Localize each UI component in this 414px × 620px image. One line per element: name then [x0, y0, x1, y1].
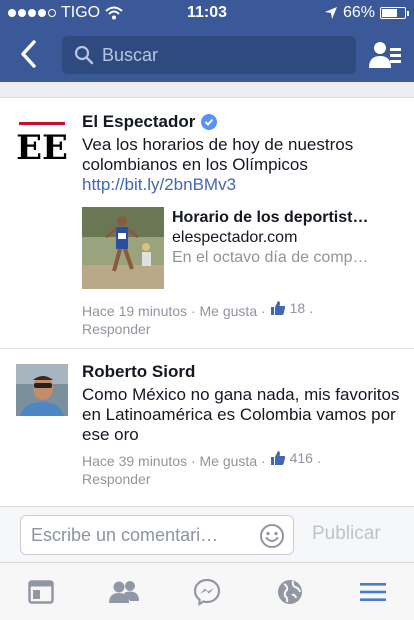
like-count[interactable]: 416	[270, 449, 313, 467]
comment-link[interactable]: http://bit.ly/2bnBMv3	[82, 175, 236, 194]
tab-news-feed[interactable]	[0, 563, 83, 620]
link-preview-description: En el octavo día de comp…	[172, 249, 369, 266]
comment-input[interactable]	[31, 524, 257, 546]
friends-icon	[109, 580, 140, 603]
avatar[interactable]: EE	[16, 116, 68, 168]
tab-notifications[interactable]	[248, 563, 331, 620]
messenger-icon	[193, 578, 221, 606]
battery-percent: 66%	[342, 4, 375, 21]
location-arrow-icon	[324, 7, 337, 19]
comment-time: Hace 19 minutos	[82, 303, 188, 319]
search-bar[interactable]	[62, 36, 356, 74]
verified-badge-icon	[201, 114, 218, 130]
search-icon	[74, 45, 94, 65]
svg-text:EE: EE	[16, 128, 68, 168]
friend-requests-icon[interactable]	[368, 40, 402, 70]
user-photo	[16, 364, 68, 416]
tab-messenger[interactable]	[166, 563, 249, 620]
thumbs-up-icon	[270, 301, 285, 315]
like-link[interactable]: Me gusta	[200, 453, 258, 469]
comment-divider	[0, 348, 414, 349]
bottom-tab-bar	[0, 562, 414, 620]
thumbs-up-icon	[270, 451, 285, 465]
comment-author[interactable]: El Espectador	[82, 112, 400, 132]
link-preview-thumbnail	[82, 207, 164, 289]
link-preview-title[interactable]: Horario de los deportist…	[172, 209, 400, 227]
comment-time: Hace 39 minutos	[82, 453, 188, 469]
comment-item: EE El Espectador Vea los horarios de hoy…	[0, 112, 414, 342]
comment-item: Roberto Siord Como México no gana nada, …	[0, 362, 414, 494]
comment-author[interactable]: Roberto Siord	[82, 362, 400, 382]
like-count[interactable]: 18	[270, 299, 305, 317]
menu-icon	[359, 582, 386, 601]
status-bar: TIGO 11:03 66%	[0, 0, 414, 26]
tab-friends[interactable]	[83, 563, 166, 620]
comments-feed[interactable]: EE El Espectador Vea los horarios de hoy…	[0, 82, 414, 506]
comment-meta: Hace 19 minutos · Me gusta · 18 · Respon…	[82, 299, 400, 338]
avatar[interactable]	[16, 364, 68, 416]
tab-more[interactable]	[331, 563, 414, 620]
link-preview-domain: elespectador.com	[172, 229, 298, 246]
link-preview[interactable]: Horario de los deportist… elespectador.c…	[82, 207, 400, 289]
comment-input-box[interactable]	[20, 515, 294, 555]
el-espectador-logo: EE	[16, 116, 68, 168]
emoji-icon[interactable]	[259, 523, 285, 549]
news-feed-icon	[28, 579, 55, 604]
battery-icon	[380, 7, 409, 19]
search-input[interactable]	[102, 44, 342, 66]
back-arrow-icon[interactable]	[16, 38, 42, 70]
reply-link[interactable]: Responder	[82, 470, 400, 488]
globe-icon	[277, 579, 302, 604]
like-link[interactable]: Me gusta	[200, 303, 258, 319]
comment-text: Como México no gana nada, mis favoritos …	[82, 385, 400, 444]
comment-text: Vea los horarios de hoy de nuestros colo…	[82, 135, 354, 194]
comment-meta: Hace 39 minutos · Me gusta · 416 · Respo…	[82, 449, 400, 488]
top-header: TIGO 11:03 66%	[0, 0, 414, 82]
reply-link[interactable]: Responder	[82, 320, 400, 338]
publish-button[interactable]: Publicar	[312, 523, 381, 545]
comment-composer: Publicar	[0, 506, 414, 562]
feed-top-edge	[0, 82, 414, 98]
